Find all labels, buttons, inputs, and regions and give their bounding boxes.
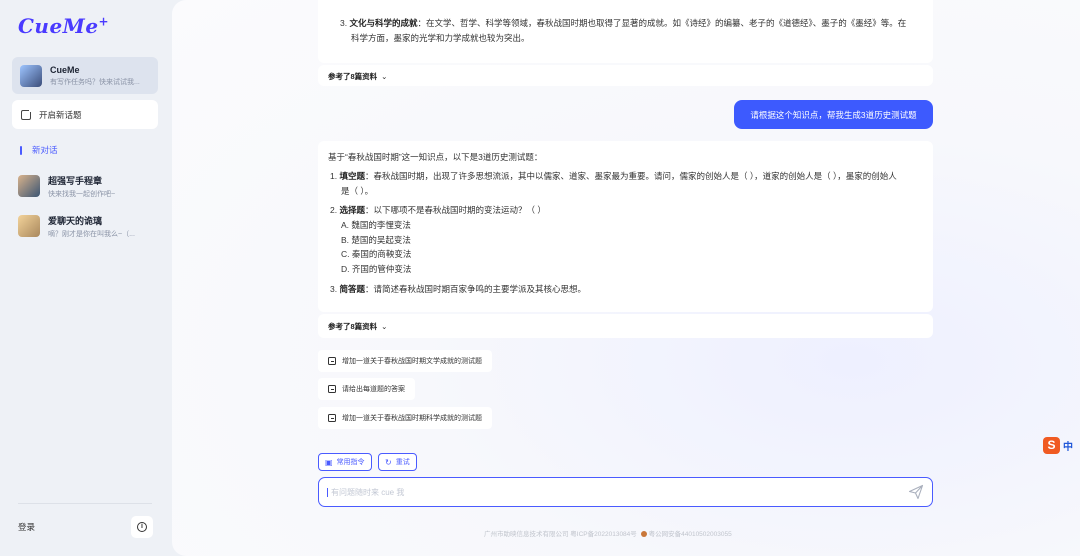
chevron-down-icon: ⌄ (381, 322, 388, 331)
new-topic-icon (21, 107, 33, 120)
reference-bar (318, 314, 933, 338)
new-topic-label: 开启新话题 (39, 109, 82, 120)
option: A. 魏国的李悝变法 (341, 220, 411, 230)
new-topic-button[interactable]: 开启新话题 (12, 100, 158, 129)
message-input[interactable] (327, 487, 887, 497)
suggestion-chip[interactable]: 增加一道关于春秋战国时期科学成就的测试题 (318, 407, 492, 429)
option: C. 秦国的商鞅变法 (341, 249, 412, 259)
chat-name: 超强写手程章 (48, 175, 103, 186)
avatar (18, 175, 40, 197)
assistant-message: 基于“春秋战国时期”这一知识点，以下是3道历史测试题： 1. 填空题：春秋战国时… (318, 141, 933, 312)
bot-card-cueme[interactable]: CueMe 有写作任务吗？快来试试我... (12, 57, 158, 94)
references-toggle[interactable]: 参考了8篇资料 ⌄ (328, 321, 387, 332)
reference-bar (318, 65, 933, 86)
police-link[interactable]: 粤公网安备44010502003055 (649, 531, 732, 538)
question-2: 2. 选择题：以下哪项不是春秋战国时期的变法运动？（ ） (330, 205, 546, 215)
user-message: 请根据这个知识点，帮我生成3道历史测试题 (734, 100, 933, 129)
bot-avatar (20, 64, 42, 87)
bot-subtitle: 有写作任务吗？快来试试我... (50, 78, 140, 86)
chat-name: 爱聊天的诡璃 (48, 215, 103, 226)
active-indicator (20, 145, 22, 155)
suggestion-chip[interactable]: 请给出每道题的答案 (318, 378, 415, 400)
option: B. 楚国的吴起变法 (341, 235, 411, 245)
divider (18, 503, 152, 504)
police-badge-icon (640, 531, 647, 538)
chevron-down-icon: ⌄ (381, 72, 388, 81)
ime-lang: 中 (1063, 442, 1073, 453)
assistant-message-prev: 3. 文化与科学的成就：在文学、哲学、科学等领域，春秋战国时期也取得了显著的成就… (318, 0, 933, 63)
info-button[interactable]: i (131, 516, 153, 538)
common-commands-button[interactable]: ▣ 常用指令 (318, 453, 372, 471)
chat-preview: 嘀？刚才是你在叫我么~（... (48, 230, 135, 238)
item-title: 文化与科学的成就 (349, 18, 418, 28)
message-input-box (318, 477, 933, 507)
option: D. 齐国的管仲变法 (341, 264, 412, 274)
chat-preview: 快来找我一起创作吧~ (48, 190, 116, 198)
question-1: 1. 填空题：春秋战国时期，出现了许多思想流派，其中以儒家、道家、墨家最为重要。… (330, 171, 897, 181)
suggestion-chip[interactable]: 增加一道关于春秋战国时期文学成就的测试题 (318, 350, 492, 372)
message-icon (328, 414, 336, 422)
icp-link[interactable]: 广州市助映信息技术有限公司 粤ICP备2022013084号 (484, 531, 637, 538)
sidebar-item-writer[interactable]: 超强写手程章 快来找我一起创作吧~ (18, 171, 158, 201)
sidebar-item-new-chat[interactable]: 新对话 (20, 144, 58, 156)
sogou-icon: S (1043, 437, 1060, 454)
ime-indicator[interactable]: S 中 (1043, 437, 1073, 454)
retry-button[interactable]: ↻ 重试 (378, 453, 417, 471)
sidebar-item-chatter[interactable]: 爱聊天的诡璃 嘀？刚才是你在叫我么~（... (18, 211, 158, 241)
commands-icon: ▣ (325, 457, 333, 467)
question-3: 3. 简答题：请简述春秋战国时期百家争鸣的主要学派及其核心思想。 (330, 284, 586, 294)
send-icon[interactable] (908, 484, 924, 500)
avatar (18, 215, 40, 237)
refresh-icon: ↻ (385, 457, 392, 467)
message-icon (328, 385, 336, 393)
app-logo[interactable]: CueMe+ (18, 14, 109, 38)
sidebar: CueMe+ CueMe 有写作任务吗？快来试试我... 开启新话题 新对话 超… (0, 0, 170, 556)
new-chat-label: 新对话 (32, 145, 58, 155)
message-icon (328, 357, 336, 365)
footer-note: 广州市助映信息技术有限公司 粤ICP备2022013084号 粤公网安备4401… (484, 528, 732, 538)
references-toggle[interactable]: 参考了8篇资料 ⌄ (328, 71, 387, 82)
info-icon: i (137, 522, 147, 532)
login-link[interactable]: 登录 (18, 521, 35, 533)
bot-name: CueMe (50, 64, 80, 75)
answer-intro: 基于“春秋战国时期”这一知识点，以下是3道历史测试题： (328, 152, 543, 162)
